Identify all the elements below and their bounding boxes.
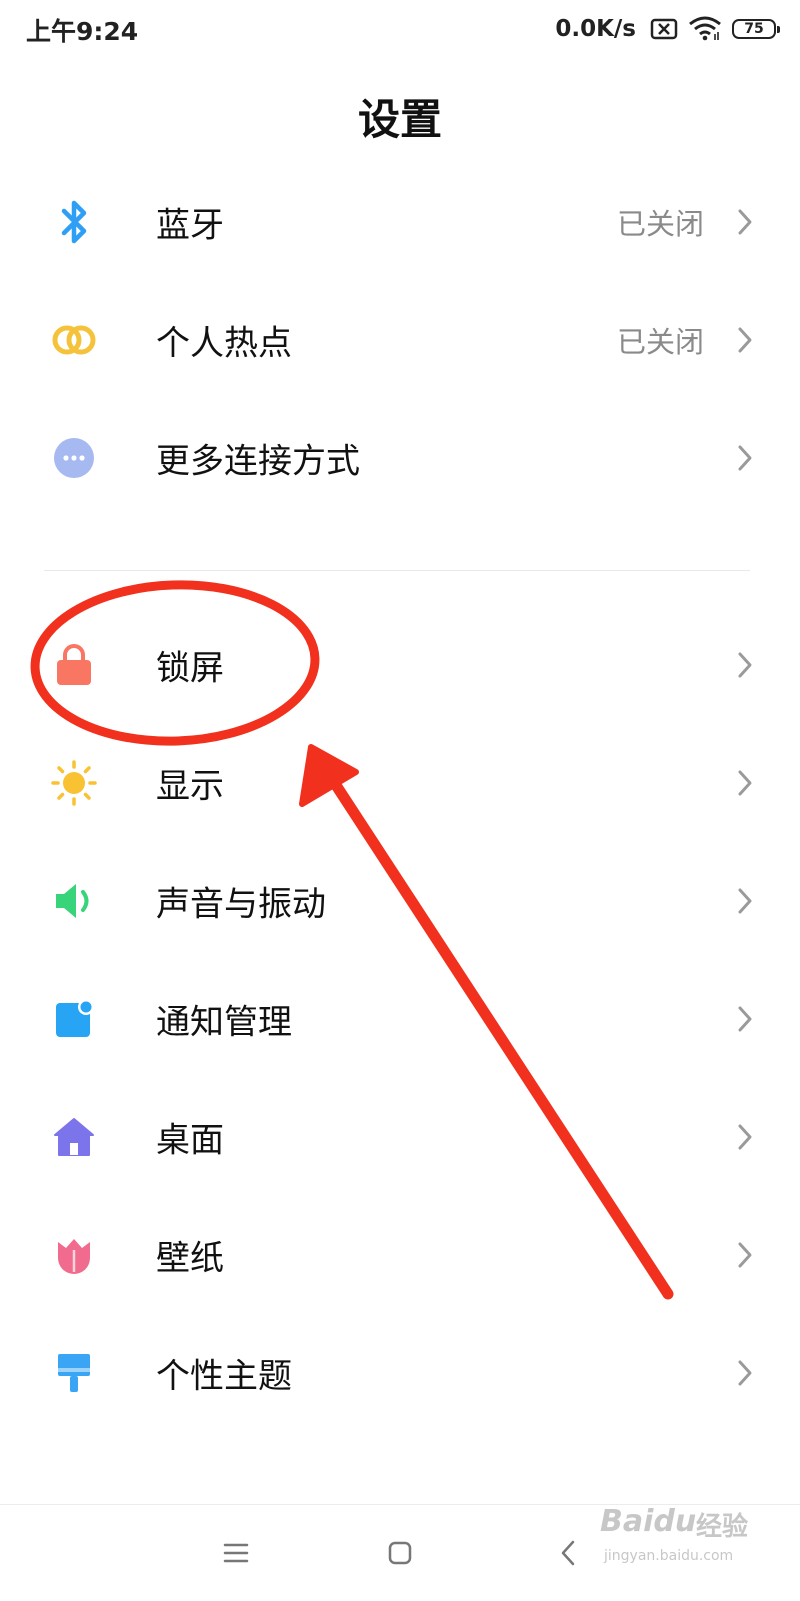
chevron-right-icon (736, 1358, 754, 1388)
chevron-right-icon (736, 1240, 754, 1270)
settings-item-status: 已关闭 (616, 207, 704, 241)
settings-item-themes[interactable]: 个性主题 (0, 1314, 800, 1432)
chevron-right-icon (736, 443, 754, 473)
back-icon[interactable] (548, 1533, 588, 1573)
network-speed: 0.0K/s (555, 16, 636, 42)
chevron-right-icon (736, 886, 754, 916)
settings-item-label: 个性主题 (156, 1356, 292, 1397)
status-time: 上午9:24 (26, 17, 139, 46)
tulip-icon (50, 1231, 98, 1279)
hotspot-icon (50, 316, 98, 364)
wifi-icon (688, 16, 722, 42)
settings-item-more-connections[interactable]: 更多连接方式 (0, 399, 800, 517)
speaker-icon (50, 877, 98, 925)
chevron-right-icon (736, 1004, 754, 1034)
paintbrush-icon (50, 1349, 98, 1397)
settings-item-label: 个人热点 (156, 323, 292, 364)
page-title: 设置 (357, 95, 442, 144)
watermark-url: jingyan.baidu.com (604, 1548, 734, 1564)
chevron-right-icon (736, 1122, 754, 1152)
watermark-brand-cn: 经验 (696, 1512, 749, 1542)
settings-item-wallpaper[interactable]: 壁纸 (0, 1196, 800, 1314)
personalization-list: 锁屏 显示 声音与振动 通知管理 桌面 壁纸 个性主题 (0, 606, 800, 1432)
settings-item-label: 声音与振动 (156, 884, 326, 925)
settings-item-hotspot[interactable]: 个人热点 已关闭 (0, 281, 800, 399)
chevron-right-icon (736, 768, 754, 798)
watermark-brand: Baidu (600, 1504, 697, 1539)
settings-item-label: 更多连接方式 (156, 441, 360, 482)
settings-item-lock-screen[interactable]: 锁屏 (0, 606, 800, 724)
home-square-icon[interactable] (380, 1533, 420, 1573)
settings-item-label: 锁屏 (156, 648, 224, 689)
menu-icon[interactable] (216, 1533, 256, 1573)
status-right: 0.0K/s 75 (555, 14, 780, 44)
battery-indicator: 75 (732, 19, 780, 39)
home-icon (50, 1113, 98, 1161)
baidu-watermark: Baidu 经验 jingyan.baidu.com (600, 1478, 760, 1588)
chevron-right-icon (736, 207, 754, 237)
status-bar: 上午9:24 0.0K/s 75 (0, 0, 800, 56)
chevron-right-icon (736, 325, 754, 355)
settings-item-status: 已关闭 (616, 325, 704, 359)
bluetooth-icon (50, 198, 98, 246)
sim-none-icon (650, 18, 678, 40)
settings-item-notifications[interactable]: 通知管理 (0, 960, 800, 1078)
more-connections-icon (50, 434, 98, 482)
settings-item-label: 显示 (156, 766, 224, 807)
settings-item-label: 通知管理 (156, 1002, 292, 1043)
sun-icon (50, 759, 98, 807)
settings-item-bluetooth[interactable]: 蓝牙 已关闭 (0, 163, 800, 281)
settings-item-home-screen[interactable]: 桌面 (0, 1078, 800, 1196)
lock-icon (50, 641, 98, 689)
settings-item-sound[interactable]: 声音与振动 (0, 842, 800, 960)
settings-item-label: 桌面 (156, 1120, 224, 1161)
section-divider (44, 570, 750, 571)
connections-list: 蓝牙 已关闭 个人热点 已关闭 更多连接方式 (0, 163, 800, 517)
chevron-right-icon (736, 650, 754, 680)
notification-icon (50, 995, 98, 1043)
settings-item-display[interactable]: 显示 (0, 724, 800, 842)
settings-item-label: 蓝牙 (156, 205, 224, 246)
settings-item-label: 壁纸 (156, 1238, 224, 1279)
